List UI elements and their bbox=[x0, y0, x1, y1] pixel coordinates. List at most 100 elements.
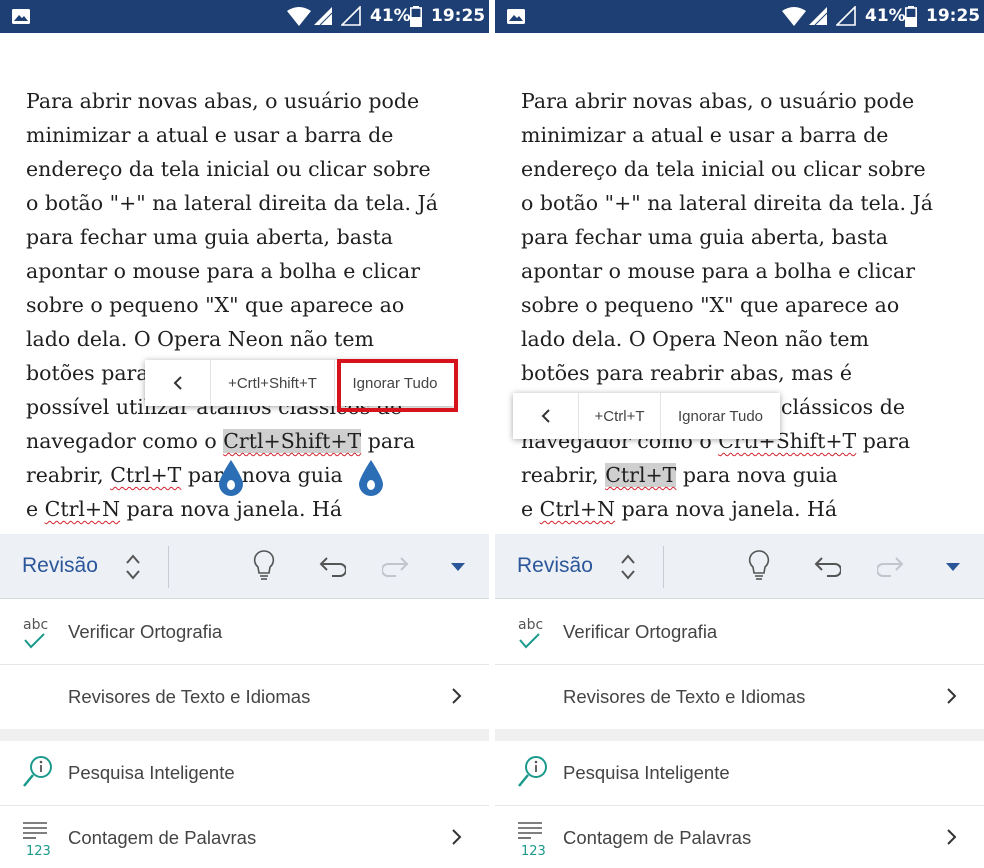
ribbon-tab-review[interactable]: Revisão bbox=[517, 554, 593, 578]
clock: 19:25 bbox=[926, 6, 981, 26]
doc-text: reabrir, bbox=[521, 463, 606, 487]
doc-line: reabrir, Ctrl+T para nova guia bbox=[26, 458, 466, 492]
menu-item-spell-check[interactable]: abc Verificar Ortografia bbox=[0, 600, 489, 664]
doc-line: o botão "+" na lateral direita da tela. … bbox=[521, 191, 934, 215]
doc-line: endereço da tela inicial ou clicar sobre bbox=[26, 157, 431, 181]
image-notification-icon bbox=[12, 9, 30, 24]
doc-line: reabrir, Ctrl+T para nova guia bbox=[521, 458, 961, 492]
doc-line: botões para reabrir abas, mas é bbox=[521, 361, 852, 385]
tab-switcher-icon[interactable] bbox=[124, 552, 142, 582]
tab-switcher-icon[interactable] bbox=[619, 552, 637, 582]
smart-lookup-label: Pesquisa Inteligente bbox=[563, 762, 730, 783]
doc-line: Para abrir novas abas, o usuário pode bbox=[521, 89, 915, 113]
doc-line: lado dela. O Opera Neon não tem bbox=[521, 327, 869, 351]
right-screenshot: 41% 19:25 Para abrir novas abas, o usuár… bbox=[495, 0, 984, 868]
chevron-left-icon bbox=[541, 409, 550, 423]
chevron-right-icon bbox=[452, 829, 462, 845]
ribbon-tab-review[interactable]: Revisão bbox=[22, 554, 98, 578]
selected-misspelled-word[interactable]: Crtl+Shift+T bbox=[223, 429, 362, 453]
word-count-number-text: 123 bbox=[26, 844, 51, 858]
wifi-icon bbox=[287, 7, 311, 26]
left-screenshot: 41% 19:25 Para abrir novas abas, o usuár… bbox=[0, 0, 489, 868]
undo-icon[interactable] bbox=[318, 554, 346, 580]
doc-line: apontar o mouse para a bolha e clicar bbox=[26, 259, 421, 283]
signal-icon bbox=[314, 7, 333, 26]
selection-handle-start[interactable] bbox=[218, 460, 244, 496]
popup-back-button[interactable] bbox=[145, 360, 211, 406]
misspelled-word[interactable]: Ctrl+T bbox=[110, 463, 181, 487]
spell-check-label: Verificar Ortografia bbox=[563, 621, 718, 642]
doc-text: reabrir, bbox=[26, 463, 111, 487]
tell-me-lightbulb-icon[interactable] bbox=[748, 550, 770, 582]
doc-text: e bbox=[521, 497, 540, 521]
ribbon-toolbar: Revisão bbox=[495, 534, 984, 599]
doc-line: minimizar a atual e usar a barra de bbox=[26, 123, 394, 147]
image-notification-icon bbox=[507, 9, 525, 24]
group-spacer bbox=[495, 729, 984, 741]
doc-line: lado dela. O Opera Neon não tem bbox=[26, 327, 374, 351]
doc-line: e Ctrl+N para nova janela. Há bbox=[521, 492, 961, 526]
doc-line: apontar o mouse para a bolha e clicar bbox=[521, 259, 916, 283]
battery-percent: 41% bbox=[865, 6, 906, 26]
menu-item-proofing-languages[interactable]: Revisores de Texto e Idiomas bbox=[495, 665, 984, 729]
selected-misspelled-word[interactable]: Ctrl+T bbox=[605, 463, 677, 487]
doc-line: sobre o pequeno "X" que aparece ao bbox=[26, 293, 405, 317]
ignore-all-button[interactable]: Ignorar Tudo bbox=[661, 393, 780, 439]
doc-text: e bbox=[26, 497, 45, 521]
menu-item-smart-lookup[interactable]: Pesquisa Inteligente bbox=[0, 741, 489, 805]
ribbon-separator bbox=[663, 546, 664, 588]
menu-item-spell-check[interactable]: abc Verificar Ortografia bbox=[495, 600, 984, 664]
word-count-label: Contagem de Palavras bbox=[563, 827, 752, 848]
wifi-icon bbox=[782, 7, 806, 26]
doc-text: navegador como o bbox=[26, 429, 224, 453]
ribbon-separator bbox=[168, 546, 169, 588]
doc-line: para fechar uma guia aberta, basta bbox=[521, 225, 888, 249]
proofing-languages-label: Revisores de Texto e Idiomas bbox=[563, 686, 806, 707]
document-body[interactable]: Para abrir novas abas, o usuário pode mi… bbox=[521, 84, 961, 526]
suggestion-button[interactable]: +Ctrl+T bbox=[579, 393, 661, 439]
document-body[interactable]: Para abrir novas abas, o usuário pode mi… bbox=[26, 84, 466, 526]
menu-item-word-count[interactable]: 123 Contagem de Palavras bbox=[495, 806, 984, 868]
doc-text: para bbox=[361, 429, 416, 453]
chevron-left-icon bbox=[173, 376, 182, 390]
battery-icon bbox=[410, 6, 422, 27]
doc-text: para nova guia bbox=[181, 463, 343, 487]
word-count-label: Contagem de Palavras bbox=[68, 827, 257, 848]
redo-icon[interactable] bbox=[877, 554, 905, 580]
doc-line: e Ctrl+N para nova janela. Há bbox=[26, 492, 466, 526]
popup-back-button[interactable] bbox=[513, 393, 579, 439]
signal-empty-icon bbox=[341, 6, 361, 26]
doc-text: para bbox=[856, 429, 911, 453]
doc-text: para nova janela. Há bbox=[120, 497, 343, 521]
spell-abc-text: abc bbox=[518, 617, 543, 633]
doc-line: sobre o pequeno "X" que aparece ao bbox=[521, 293, 900, 317]
spell-abc-text: abc bbox=[23, 617, 48, 633]
ribbon-toolbar: Revisão bbox=[0, 534, 489, 599]
clock: 19:25 bbox=[431, 6, 486, 26]
selection-handle-end[interactable] bbox=[358, 460, 384, 496]
collapse-ribbon-caret-icon[interactable] bbox=[946, 562, 960, 572]
undo-icon[interactable] bbox=[813, 554, 841, 580]
misspelled-word[interactable]: Ctrl+N bbox=[45, 497, 120, 521]
doc-line: endereço da tela inicial ou clicar sobre bbox=[521, 157, 926, 181]
smart-lookup-label: Pesquisa Inteligente bbox=[68, 762, 235, 783]
battery-icon bbox=[905, 6, 917, 27]
chevron-right-icon bbox=[947, 688, 957, 704]
doc-text: para nova janela. Há bbox=[615, 497, 838, 521]
menu-item-smart-lookup[interactable]: Pesquisa Inteligente bbox=[495, 741, 984, 805]
chevron-right-icon bbox=[947, 829, 957, 845]
misspelled-word[interactable]: Ctrl+N bbox=[540, 497, 615, 521]
tell-me-lightbulb-icon[interactable] bbox=[253, 550, 275, 582]
word-count-icon: 123 bbox=[518, 822, 546, 858]
status-bar: 41% 19:25 bbox=[495, 0, 984, 33]
menu-item-word-count[interactable]: 123 Contagem de Palavras bbox=[0, 806, 489, 868]
collapse-ribbon-caret-icon[interactable] bbox=[451, 562, 465, 572]
menu-item-proofing-languages[interactable]: Revisores de Texto e Idiomas bbox=[0, 665, 489, 729]
signal-empty-icon bbox=[836, 6, 856, 26]
suggestion-button[interactable]: +Crtl+Shift+T bbox=[211, 360, 335, 406]
smart-lookup-icon bbox=[23, 756, 52, 787]
group-spacer bbox=[0, 729, 489, 741]
spell-check-icon: abc bbox=[518, 617, 543, 649]
chevron-right-icon bbox=[452, 688, 462, 704]
redo-icon[interactable] bbox=[382, 554, 410, 580]
